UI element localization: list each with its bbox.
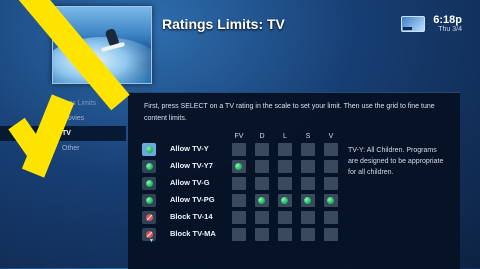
content-limit-cell-v[interactable] <box>324 211 338 224</box>
content-limit-cell-d[interactable] <box>255 143 269 156</box>
content-limit-cell-s[interactable] <box>301 228 315 241</box>
clock-time: 6:18p <box>433 14 462 26</box>
allow-indicator-icon[interactable] <box>142 177 156 190</box>
rating-row[interactable]: Allow TV-G <box>142 177 342 191</box>
content-limit-cell-v[interactable] <box>324 143 338 156</box>
content-limit-cell-fv[interactable] <box>232 194 246 207</box>
ratings-panel: First, press SELECT on a TV rating in th… <box>128 92 460 269</box>
content-limit-cell-d[interactable] <box>255 228 269 241</box>
content-limit-cell-s[interactable] <box>301 143 315 156</box>
rating-label: Allow TV-PG <box>170 195 215 204</box>
content-limit-cell-fv[interactable] <box>232 160 246 173</box>
clock-date: Thu 3/4 <box>438 26 462 33</box>
column-header-fv: FV <box>234 133 244 140</box>
allowed-dot-icon <box>281 197 288 204</box>
content-limit-cell-d[interactable] <box>255 177 269 190</box>
column-header-l: L <box>283 133 287 140</box>
allow-indicator-icon[interactable] <box>142 143 156 156</box>
rating-description: TV-Y: All Children. Programs are designe… <box>348 147 444 176</box>
column-header-v: V <box>328 133 334 140</box>
allow-indicator-icon[interactable] <box>142 160 156 173</box>
content-limit-cell-d[interactable] <box>255 194 269 207</box>
content-limit-cell-v[interactable] <box>324 160 338 173</box>
instructions-text: First, press SELECT on a TV rating in th… <box>144 103 435 122</box>
allowed-dot-icon <box>235 163 242 170</box>
column-header-s: S <box>305 133 311 140</box>
content-limit-cell-d[interactable] <box>255 160 269 173</box>
allowed-dot-icon <box>258 197 265 204</box>
column-header-d: D <box>259 133 265 140</box>
content-limit-cell-l[interactable] <box>278 211 292 224</box>
block-indicator-icon[interactable] <box>142 211 156 224</box>
content-limit-cell-d[interactable] <box>255 211 269 224</box>
rating-label: Allow TV-G <box>170 178 210 187</box>
content-limit-cell-fv[interactable] <box>232 143 246 156</box>
content-limit-cell-l[interactable] <box>278 228 292 241</box>
rating-row[interactable]: Block TV-MA <box>142 228 342 242</box>
rating-label: Block TV-14 <box>170 212 213 221</box>
allowed-dot-icon <box>304 197 311 204</box>
rating-row[interactable]: Allow TV-Y <box>142 143 342 157</box>
content-limit-cell-fv[interactable] <box>232 228 246 241</box>
allow-indicator-icon[interactable] <box>142 194 156 207</box>
scroll-down-icon[interactable]: ▼ <box>149 238 154 244</box>
content-limit-cell-l[interactable] <box>278 194 292 207</box>
content-limit-cell-l[interactable] <box>278 143 292 156</box>
rating-label: Block TV-MA <box>170 229 216 238</box>
content-limit-cell-s[interactable] <box>301 160 315 173</box>
tv-icon <box>401 16 425 32</box>
content-limit-cell-s[interactable] <box>301 177 315 190</box>
allowed-dot-icon <box>327 197 334 204</box>
content-limit-cell-l[interactable] <box>278 160 292 173</box>
content-limit-cell-s[interactable] <box>301 194 315 207</box>
rating-row[interactable]: Block TV-14 <box>142 211 342 225</box>
content-limit-cell-v[interactable] <box>324 177 338 190</box>
rating-row[interactable]: Allow TV-Y7 <box>142 160 342 174</box>
content-limit-cell-v[interactable] <box>324 194 338 207</box>
rating-label: Allow TV-Y <box>170 144 209 153</box>
rating-label: Allow TV-Y7 <box>170 161 213 170</box>
content-limit-cell-s[interactable] <box>301 211 315 224</box>
page-title: Ratings Limits: TV <box>162 16 285 32</box>
clock: 6:18p Thu 3/4 <box>433 14 462 33</box>
content-limit-cell-v[interactable] <box>324 228 338 241</box>
content-limit-cell-l[interactable] <box>278 177 292 190</box>
content-limit-cell-fv[interactable] <box>232 177 246 190</box>
rating-row[interactable]: Allow TV-PG <box>142 194 342 208</box>
content-limit-cell-fv[interactable] <box>232 211 246 224</box>
